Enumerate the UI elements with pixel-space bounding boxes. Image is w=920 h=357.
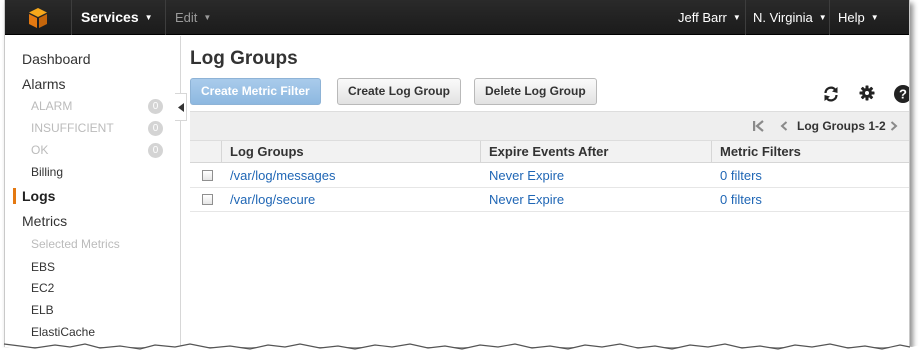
chevron-down-icon: ▼	[732, 13, 741, 22]
create-log-group-button[interactable]: Create Log Group	[337, 78, 462, 105]
log-group-link[interactable]: /var/log/secure	[230, 188, 315, 211]
sidebar-item-selected-metrics[interactable]: Selected Metrics	[31, 237, 120, 251]
svg-text:?: ?	[899, 87, 907, 102]
nav-divider	[165, 0, 166, 35]
chevron-down-icon: ▼	[870, 13, 879, 22]
top-nav-bar: Services ▼ Edit ▼ Jeff Barr ▼ N. Virginia ▼ …	[5, 0, 909, 35]
ok-count-badge: 0	[148, 143, 163, 158]
console-window: Services ▼ Edit ▼ Jeff Barr ▼ N. Virginia ▼ …	[4, 0, 910, 347]
previous-page-icon[interactable]	[780, 121, 788, 131]
sidebar-item-alarm[interactable]: ALARM	[31, 99, 72, 113]
delete-log-group-button[interactable]: Delete Log Group	[474, 78, 597, 105]
help-menu[interactable]: Help ▼	[838, 0, 879, 35]
active-indicator	[13, 188, 16, 204]
log-group-link[interactable]: /var/log/messages	[230, 164, 336, 187]
sidebar-item-logs[interactable]: Logs	[22, 188, 55, 204]
page-title: Log Groups	[190, 48, 298, 69]
sidebar-item-ebs[interactable]: EBS	[31, 260, 55, 274]
column-divider	[711, 141, 712, 163]
nav-divider	[71, 0, 72, 35]
chevron-down-icon: ▼	[203, 13, 212, 22]
next-page-icon[interactable]	[890, 121, 898, 131]
nav-divider	[745, 0, 746, 35]
sidebar-item-metrics[interactable]: Metrics	[22, 213, 67, 229]
sidebar-item-elb[interactable]: ELB	[31, 303, 54, 317]
edit-label: Edit	[175, 10, 198, 25]
sidebar-item-insufficient[interactable]: INSUFFICIENT	[31, 121, 114, 135]
sidebar-item-ok[interactable]: OK	[31, 143, 48, 157]
sidebar-item-ec2[interactable]: EC2	[31, 281, 54, 295]
insufficient-count-badge: 0	[148, 121, 163, 136]
column-divider	[221, 141, 222, 163]
services-menu[interactable]: Services ▼	[81, 0, 153, 35]
row-checkbox[interactable]	[202, 170, 213, 181]
first-page-icon[interactable]	[752, 120, 766, 132]
triangle-left-icon	[178, 103, 184, 112]
refresh-icon[interactable]	[822, 85, 840, 103]
region-label: N. Virginia	[753, 10, 813, 25]
user-menu[interactable]: Jeff Barr ▼	[678, 0, 741, 35]
expire-setting-link[interactable]: Never Expire	[489, 188, 564, 211]
table-row: /var/log/messages Never Expire 0 filters	[190, 164, 909, 188]
column-divider	[480, 141, 481, 163]
user-label: Jeff Barr	[678, 10, 727, 25]
metric-filters-link[interactable]: 0 filters	[720, 164, 762, 187]
chevron-down-icon: ▼	[818, 13, 827, 22]
aws-logo-icon[interactable]	[27, 7, 49, 29]
gear-icon[interactable]	[859, 85, 875, 101]
sidebar-item-billing[interactable]: Billing	[31, 165, 63, 179]
edit-menu[interactable]: Edit ▼	[175, 0, 211, 35]
sidebar: Dashboard Alarms ALARM 0 INSUFFICIENT 0 …	[5, 36, 181, 347]
column-header-log-groups[interactable]: Log Groups	[230, 141, 304, 163]
sidebar-item-alarms[interactable]: Alarms	[22, 76, 66, 92]
services-label: Services	[81, 9, 139, 25]
pagination-label: Log Groups 1-2	[797, 119, 886, 133]
metric-filters-link[interactable]: 0 filters	[720, 188, 762, 211]
collapse-sidebar-button[interactable]	[175, 93, 187, 121]
table-row: /var/log/secure Never Expire 0 filters	[190, 188, 909, 212]
sidebar-item-dashboard[interactable]: Dashboard	[22, 51, 91, 67]
column-header-metric-filters[interactable]: Metric Filters	[720, 141, 801, 163]
column-header-expire[interactable]: Expire Events After	[489, 141, 608, 163]
expire-setting-link[interactable]: Never Expire	[489, 164, 564, 187]
region-menu[interactable]: N. Virginia ▼	[753, 0, 827, 35]
torn-edge-decoration	[0, 343, 920, 357]
row-checkbox[interactable]	[202, 194, 213, 205]
help-icon[interactable]: ?	[894, 85, 910, 103]
nav-divider	[829, 0, 830, 35]
table-header: Log Groups Expire Events After Metric Fi…	[190, 141, 909, 163]
alarm-count-badge: 0	[148, 99, 163, 114]
help-label: Help	[838, 10, 865, 25]
chevron-down-icon: ▼	[144, 13, 153, 22]
pagination-bar: Log Groups 1-2	[190, 111, 909, 141]
create-metric-filter-button[interactable]: Create Metric Filter	[190, 78, 321, 105]
